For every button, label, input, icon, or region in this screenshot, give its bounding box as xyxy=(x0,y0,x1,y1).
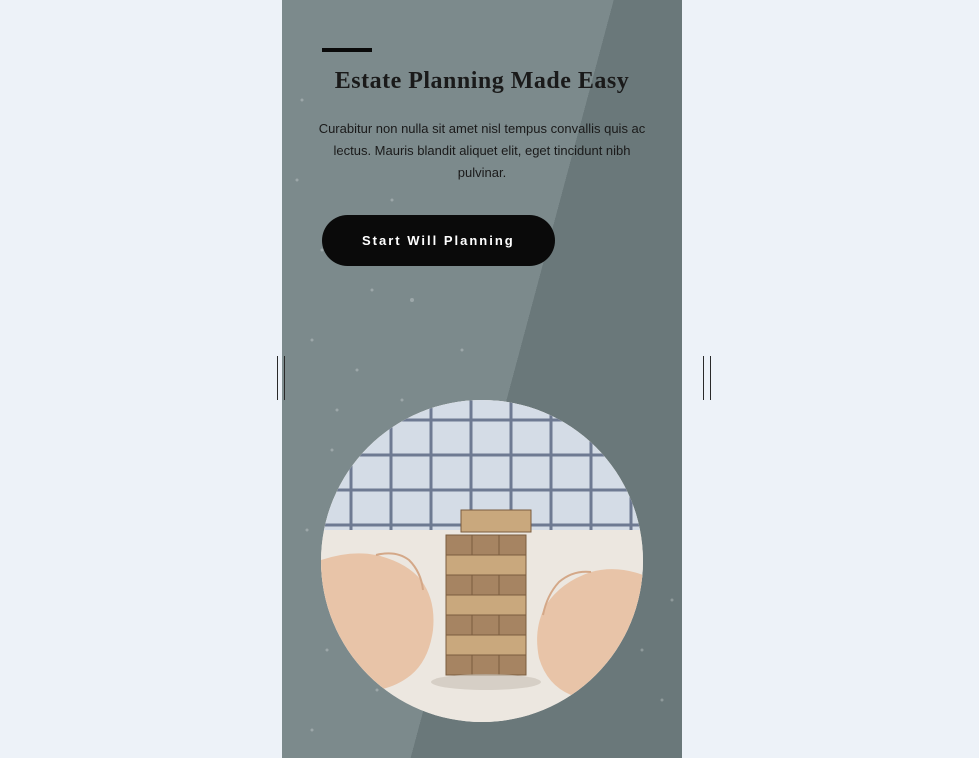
accent-bar xyxy=(322,48,372,52)
decorative-lines-right xyxy=(700,356,714,405)
hero-body: Curabitur non nulla sit amet nisl tempus… xyxy=(310,118,654,184)
decorative-lines-left xyxy=(274,356,288,405)
hero-image xyxy=(321,400,643,722)
hero-heading: Estate Planning Made Easy xyxy=(282,68,682,95)
start-will-planning-button[interactable]: Start Will Planning xyxy=(322,215,555,266)
